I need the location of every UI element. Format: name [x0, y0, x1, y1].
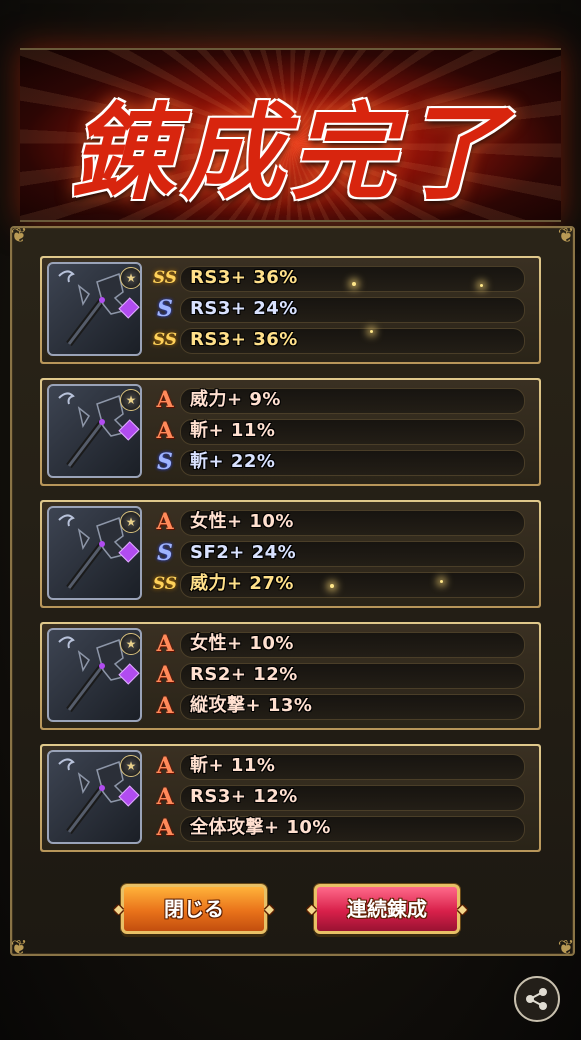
bonus-text: 斬+ 11%	[190, 755, 276, 776]
rank-a-icon: A	[156, 387, 174, 413]
bonus-text: RS2+ 12%	[190, 664, 298, 685]
rank-a-icon: A	[156, 631, 174, 657]
bonus-row: A 全体攻撃+ 10%	[150, 815, 525, 842]
bonus-text: 全体攻撃+ 10%	[190, 817, 331, 838]
bonus-text: RS3+ 36%	[190, 329, 298, 350]
rank-a-icon: A	[156, 509, 174, 535]
bonus-row: SS RS3+ 36%	[150, 266, 525, 292]
rank-s-icon: S	[157, 296, 173, 322]
sparkle-effect	[370, 330, 373, 333]
bonus-row: A 斬+ 11%	[150, 753, 525, 780]
rarity-badge-icon: ★	[120, 755, 140, 777]
bonus-row: A 縦攻撃+ 13%	[150, 693, 525, 720]
rank-ss-icon: SS	[152, 574, 178, 594]
rarity-badge-icon: ★	[120, 389, 140, 411]
bonus-text: RS3+ 36%	[190, 267, 298, 288]
rank-a-icon: A	[156, 693, 174, 719]
rank-a-icon: A	[156, 753, 174, 779]
rarity-badge-icon: ★	[120, 267, 140, 289]
rank-a-icon: A	[156, 662, 174, 688]
corner-ornament-icon: ❦	[557, 223, 575, 247]
rank-a-icon: A	[156, 784, 174, 810]
bonus-row: A 女性+ 10%	[150, 509, 525, 536]
rank-a-icon: A	[156, 418, 174, 444]
sparkle-effect	[330, 584, 334, 588]
sparkle-effect	[480, 284, 483, 287]
continue-refine-button[interactable]: 連続錬成	[307, 884, 467, 934]
bonus-text: 女性+ 10%	[190, 511, 294, 532]
bonus-text: 女性+ 10%	[190, 633, 294, 654]
page-title: 錬成完了	[70, 91, 511, 214]
bonus-text: RS3+ 12%	[190, 786, 298, 807]
share-button[interactable]	[514, 976, 560, 1022]
corner-ornament-icon: ❦	[10, 223, 28, 247]
share-icon	[526, 988, 547, 1010]
close-button[interactable]: 閉じる	[114, 884, 274, 934]
bonus-row: A 斬+ 11%	[150, 418, 525, 445]
bonus-row: A RS3+ 12%	[150, 784, 525, 811]
rank-ss-icon: SS	[152, 268, 178, 288]
bonus-text: 威力+ 9%	[190, 389, 281, 410]
sparkle-effect	[352, 282, 356, 286]
sparkle-effect	[440, 580, 443, 583]
bonus-row: S SF2+ 24%	[150, 540, 525, 567]
rank-ss-icon: SS	[152, 330, 178, 350]
bonus-text: 縦攻撃+ 13%	[190, 695, 313, 716]
rank-s-icon: S	[157, 540, 173, 566]
title-banner: 錬成完了	[20, 48, 561, 222]
bonus-row: A 威力+ 9%	[150, 387, 525, 414]
rank-s-icon: S	[157, 449, 173, 475]
rank-a-icon: A	[156, 815, 174, 841]
bonus-row: A RS2+ 12%	[150, 662, 525, 689]
bonus-row: S RS3+ 24%	[150, 296, 525, 323]
result-card: ★ A 女性+ 10% S SF2+ 24% SS 威力+ 27%	[40, 500, 541, 608]
corner-ornament-icon: ❦	[10, 935, 28, 959]
bonus-text: 斬+ 11%	[190, 420, 276, 441]
result-card: ★ A 威力+ 9% A 斬+ 11% S 斬+ 22%	[40, 378, 541, 486]
result-card: ★ SS RS3+ 36% S RS3+ 24% SS RS3+ 36%	[40, 256, 541, 364]
bonus-row: SS 威力+ 27%	[150, 572, 525, 598]
rarity-badge-icon: ★	[120, 511, 140, 533]
bonus-row: A 女性+ 10%	[150, 631, 525, 658]
rarity-badge-icon: ★	[120, 633, 140, 655]
result-card: ★ A 斬+ 11% A RS3+ 12% A 全体攻撃+ 10%	[40, 744, 541, 852]
corner-ornament-icon: ❦	[557, 935, 575, 959]
bonus-text: 威力+ 27%	[190, 573, 294, 594]
bonus-text: RS3+ 24%	[190, 298, 298, 319]
bonus-text: SF2+ 24%	[190, 542, 297, 563]
bonus-row: SS RS3+ 36%	[150, 328, 525, 354]
result-card: ★ A 女性+ 10% A RS2+ 12% A 縦攻撃+ 13%	[40, 622, 541, 730]
bonus-text: 斬+ 22%	[190, 451, 276, 472]
bonus-row: S 斬+ 22%	[150, 449, 525, 476]
